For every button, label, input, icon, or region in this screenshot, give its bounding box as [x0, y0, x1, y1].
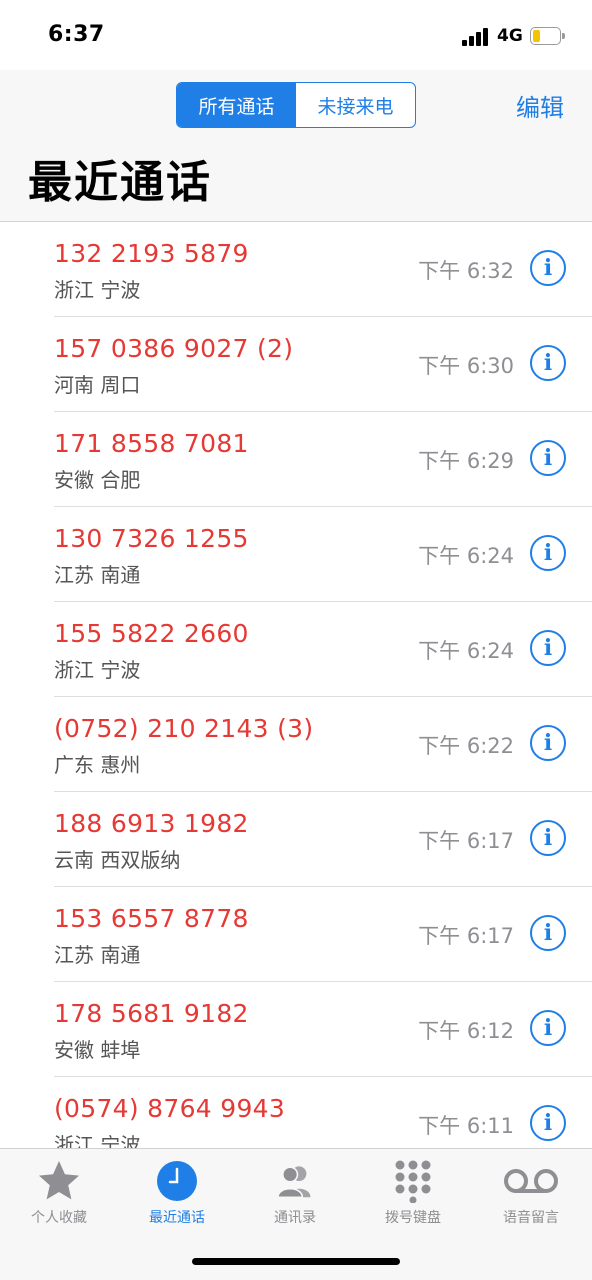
call-number: 178 5681 9182 — [54, 999, 249, 1028]
tab-recents[interactable]: 最近通话 — [118, 1149, 236, 1239]
info-icon[interactable]: i — [530, 820, 566, 856]
call-time: 下午 6:24 — [418, 544, 514, 568]
network-type: 4G — [497, 26, 523, 46]
keypad-icon — [395, 1160, 431, 1203]
call-location: 广东 惠州 — [54, 753, 141, 777]
call-time: 下午 6:30 — [418, 354, 514, 378]
info-icon[interactable]: i — [530, 630, 566, 666]
call-time: 下午 6:22 — [418, 734, 514, 758]
call-number: 188 6913 1982 — [54, 809, 249, 838]
call-row[interactable]: (0574) 8764 9943 浙江 宁波 下午 6:11 i — [0, 1077, 592, 1148]
segment-all-calls[interactable]: 所有通话 — [177, 83, 296, 127]
call-location: 浙江 宁波 — [54, 278, 141, 302]
tab-label: 语音留言 — [503, 1210, 559, 1226]
tab-voicemail[interactable]: 语音留言 — [472, 1149, 590, 1239]
tab-contacts[interactable]: 通讯录 — [236, 1149, 354, 1239]
tab-label: 拨号键盘 — [385, 1210, 441, 1226]
call-location: 浙江 宁波 — [54, 658, 141, 682]
call-location: 安徽 合肥 — [54, 468, 141, 492]
tab-label: 最近通话 — [149, 1210, 205, 1226]
call-time: 下午 6:17 — [418, 829, 514, 853]
call-time: 下午 6:11 — [418, 1114, 514, 1138]
nav-header: 所有通话 未接来电 编辑 最近通话 — [0, 70, 592, 222]
call-number: 153 6557 8778 — [54, 904, 249, 933]
call-location: 浙江 宁波 — [54, 1133, 141, 1148]
edit-button[interactable]: 编辑 — [516, 88, 564, 123]
page-title: 最近通话 — [28, 157, 212, 208]
info-icon[interactable]: i — [530, 915, 566, 951]
info-icon[interactable]: i — [530, 345, 566, 381]
info-icon[interactable]: i — [530, 725, 566, 761]
tab-label: 个人收藏 — [31, 1210, 87, 1226]
voicemail-icon — [504, 1169, 558, 1193]
call-row[interactable]: 178 5681 9182 安徽 蚌埠 下午 6:12 i — [0, 982, 592, 1077]
call-row[interactable]: 188 6913 1982 云南 西双版纳 下午 6:17 i — [0, 792, 592, 887]
segment-missed-calls[interactable]: 未接来电 — [296, 83, 415, 127]
call-row[interactable]: 171 8558 7081 安徽 合肥 下午 6:29 i — [0, 412, 592, 507]
call-row[interactable]: 130 7326 1255 江苏 南通 下午 6:24 i — [0, 507, 592, 602]
home-indicator[interactable] — [192, 1258, 400, 1265]
recent-calls-list: 132 2193 5879 浙江 宁波 下午 6:32 i 157 0386 9… — [0, 222, 592, 1148]
star-icon — [39, 1161, 79, 1200]
call-number: 157 0386 9027 (2) — [54, 334, 294, 363]
call-number: 132 2193 5879 — [54, 239, 249, 268]
clock-icon — [157, 1161, 197, 1201]
battery-icon — [530, 27, 565, 45]
tab-favorites[interactable]: 个人收藏 — [0, 1149, 118, 1239]
tab-label: 通讯录 — [274, 1210, 316, 1226]
status-time: 6:37 — [48, 22, 105, 47]
info-icon[interactable]: i — [530, 250, 566, 286]
call-number: (0574) 8764 9943 — [54, 1094, 286, 1123]
call-row[interactable]: 132 2193 5879 浙江 宁波 下午 6:32 i — [0, 222, 592, 317]
status-bar: 6:37 4G — [0, 0, 592, 70]
info-icon[interactable]: i — [530, 440, 566, 476]
call-row[interactable]: (0752) 210 2143 (3) 广东 惠州 下午 6:22 i — [0, 697, 592, 792]
info-icon[interactable]: i — [530, 1010, 566, 1046]
call-row[interactable]: 153 6557 8778 江苏 南通 下午 6:17 i — [0, 887, 592, 982]
call-time: 下午 6:17 — [418, 924, 514, 948]
call-time: 下午 6:29 — [418, 449, 514, 473]
call-location: 云南 西双版纳 — [54, 848, 181, 872]
info-icon[interactable]: i — [530, 1105, 566, 1141]
call-number: 130 7326 1255 — [54, 524, 249, 553]
call-number: 171 8558 7081 — [54, 429, 249, 458]
call-location: 安徽 蚌埠 — [54, 1038, 141, 1062]
call-number: (0752) 210 2143 (3) — [54, 714, 314, 743]
cellular-signal-icon — [462, 28, 492, 46]
call-time: 下午 6:12 — [418, 1019, 514, 1043]
call-location: 河南 周口 — [54, 373, 141, 397]
call-time: 下午 6:24 — [418, 639, 514, 663]
call-filter-segmented-control: 所有通话 未接来电 — [176, 82, 416, 128]
info-icon[interactable]: i — [530, 535, 566, 571]
call-row[interactable]: 157 0386 9027 (2) 河南 周口 下午 6:30 i — [0, 317, 592, 412]
call-time: 下午 6:32 — [418, 259, 514, 283]
tab-keypad[interactable]: 拨号键盘 — [354, 1149, 472, 1239]
call-location: 江苏 南通 — [54, 943, 141, 967]
call-number: 155 5822 2660 — [54, 619, 249, 648]
call-row[interactable]: 155 5822 2660 浙江 宁波 下午 6:24 i — [0, 602, 592, 697]
call-location: 江苏 南通 — [54, 563, 141, 587]
contacts-icon — [277, 1166, 311, 1199]
